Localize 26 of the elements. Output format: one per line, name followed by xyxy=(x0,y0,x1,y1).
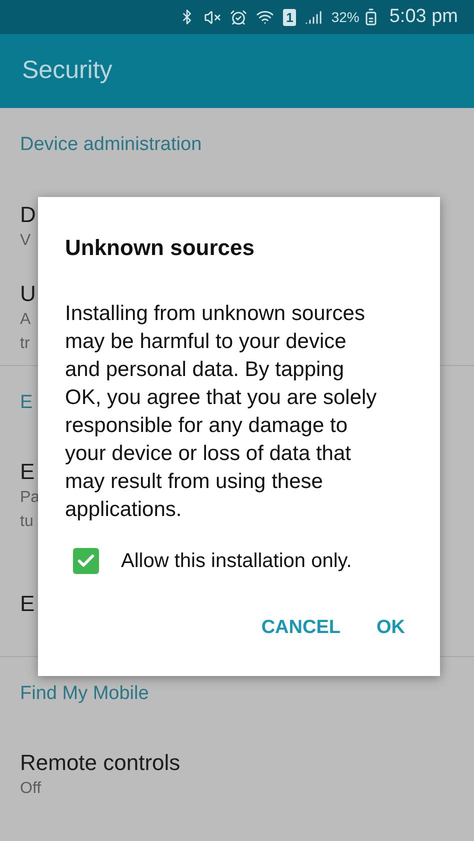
dialog-title: Unknown sources xyxy=(65,234,256,262)
clock-time: 5:03 pm xyxy=(389,4,458,29)
sim-badge: 1 xyxy=(283,8,296,26)
mute-icon xyxy=(204,8,222,26)
row-summary: tu xyxy=(20,512,34,532)
row-title: U xyxy=(20,280,36,308)
section-header: Device administration xyxy=(20,133,202,158)
row-title: D xyxy=(20,200,36,228)
settings-row[interactable]: Remote controls Off xyxy=(0,732,474,817)
checkbox-label: Allow this installation only. xyxy=(121,549,352,574)
row-title: E xyxy=(20,458,35,486)
checkbox-row[interactable]: Allow this installation only. xyxy=(65,546,413,576)
app-bar-title: Security xyxy=(22,55,112,86)
alarm-icon xyxy=(230,8,248,26)
section-header: Find My Mobile xyxy=(20,682,149,706)
signal-icon xyxy=(305,8,322,26)
wifi-icon xyxy=(256,8,274,26)
dialog-message: Installing from unknown sources may be harmful to your device and personal data. By tapping OK, you agree that you are solely responsible for any damage to your device or loss of data that may result from using these applications. xyxy=(65,301,378,523)
row-summary: Off xyxy=(20,778,42,798)
section-header: E xyxy=(20,391,33,416)
checkbox[interactable] xyxy=(73,548,99,574)
battery-percent: 32% xyxy=(331,8,360,26)
row-title: Remote controls xyxy=(20,748,180,776)
row-summary: V xyxy=(20,230,31,250)
row-summary: tr xyxy=(20,334,30,354)
row-summary: A xyxy=(20,310,31,330)
